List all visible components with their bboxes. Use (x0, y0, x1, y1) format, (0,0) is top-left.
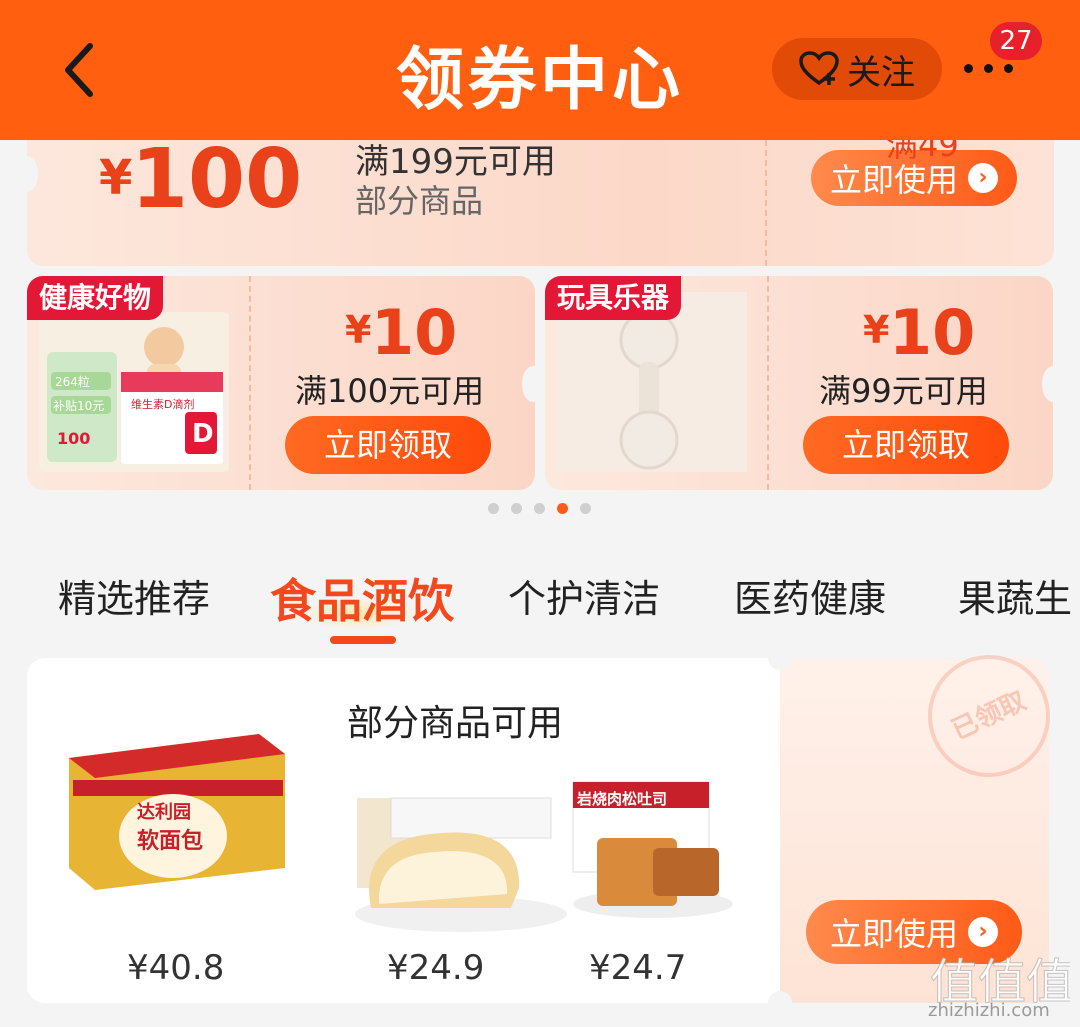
active-tab-indicator (330, 636, 396, 644)
coupon-card-toys: 玩具乐器 ¥ 10 满99元可用 立即领取 (545, 276, 1053, 490)
product-price: ¥24.9 (387, 948, 485, 988)
product-item[interactable]: ¥24.9 (351, 718, 581, 1003)
subsidy-text: 补贴10元 (53, 399, 104, 413)
soft-bread-box-image: 达利园 软面包 (63, 718, 293, 938)
product-name-text: 维生素D滴剂 (131, 397, 194, 411)
category-tag: 玩具乐器 (545, 276, 682, 320)
product-price: ¥40.8 (127, 948, 225, 988)
category-tag: 健康好物 (27, 276, 164, 320)
pill-count-text: 264粒 (55, 374, 90, 389)
tab-featured[interactable]: 精选推荐 (58, 568, 210, 623)
chevron-right-icon: › (968, 163, 998, 193)
pager-dot (580, 503, 591, 514)
pager-dot (534, 503, 545, 514)
coupon-notch (16, 156, 38, 192)
more-dot-icon (1004, 64, 1013, 73)
coupon-condition: 满99元可用 (819, 372, 988, 410)
currency-symbol: ¥ (99, 150, 133, 206)
coupon-notch (1042, 366, 1064, 402)
product-item[interactable]: 达利园 软面包 ¥40.8 (63, 718, 293, 1003)
product-item[interactable]: 岩烧肉松吐司 ¥24.7 (561, 718, 791, 1003)
more-dot-icon (964, 64, 973, 73)
coupon-condition: 满100元可用 (295, 372, 485, 410)
product-name-text: 软面包 (137, 828, 203, 854)
brand-text: 达利园 (137, 801, 191, 823)
tab-personal-care[interactable]: 个护清洁 (508, 568, 660, 623)
sliced-bread-image (351, 718, 581, 938)
subsidy-value-text: 100 (57, 429, 90, 448)
watermark-text: zhizhizhi.com (928, 1000, 1050, 1021)
product-name-text: 岩烧肉松吐司 (576, 790, 667, 808)
pager-dot (511, 503, 522, 514)
tab-medicine-health[interactable]: 医药健康 (734, 568, 886, 623)
top-header: 领券中心 关注 27 (0, 0, 1080, 140)
currency-symbol: ¥ (863, 308, 890, 352)
pager-dot-active (557, 503, 568, 514)
dashed-divider (765, 120, 767, 266)
coupon-card-health: 264粒 补贴10元 100 维生素D滴剂 D 健康好物 ¥ 10 满100元可… (27, 276, 535, 490)
follow-button[interactable]: 关注 (772, 38, 942, 100)
currency-symbol: ¥ (345, 308, 372, 352)
pork-floss-toast-image: 岩烧肉松吐司 (561, 718, 791, 938)
dashed-divider (767, 276, 769, 490)
dashed-divider (249, 276, 251, 490)
claim-now-button[interactable]: 立即领取 (285, 416, 491, 474)
notification-badge: 27 (990, 22, 1042, 60)
coupon-amount: 10 (889, 296, 976, 369)
d-letter-text: D (192, 419, 214, 449)
more-dot-icon (984, 64, 993, 73)
heart-plus-icon (799, 51, 839, 86)
tab-food-drink[interactable]: 食品酒饮 (270, 565, 454, 631)
coupon-amount: 10 (371, 296, 458, 369)
coupon-scope: 部分商品 (355, 182, 484, 220)
product-price: ¥24.7 (589, 948, 687, 988)
follow-label: 关注 (847, 52, 915, 93)
claim-now-button[interactable]: 立即领取 (803, 416, 1009, 474)
coupon-amount: 100 (131, 132, 303, 227)
coupon-notch (522, 366, 544, 402)
pager-dot (488, 503, 499, 514)
tab-fruits-vegetables[interactable]: 果蔬生 (958, 568, 1072, 623)
